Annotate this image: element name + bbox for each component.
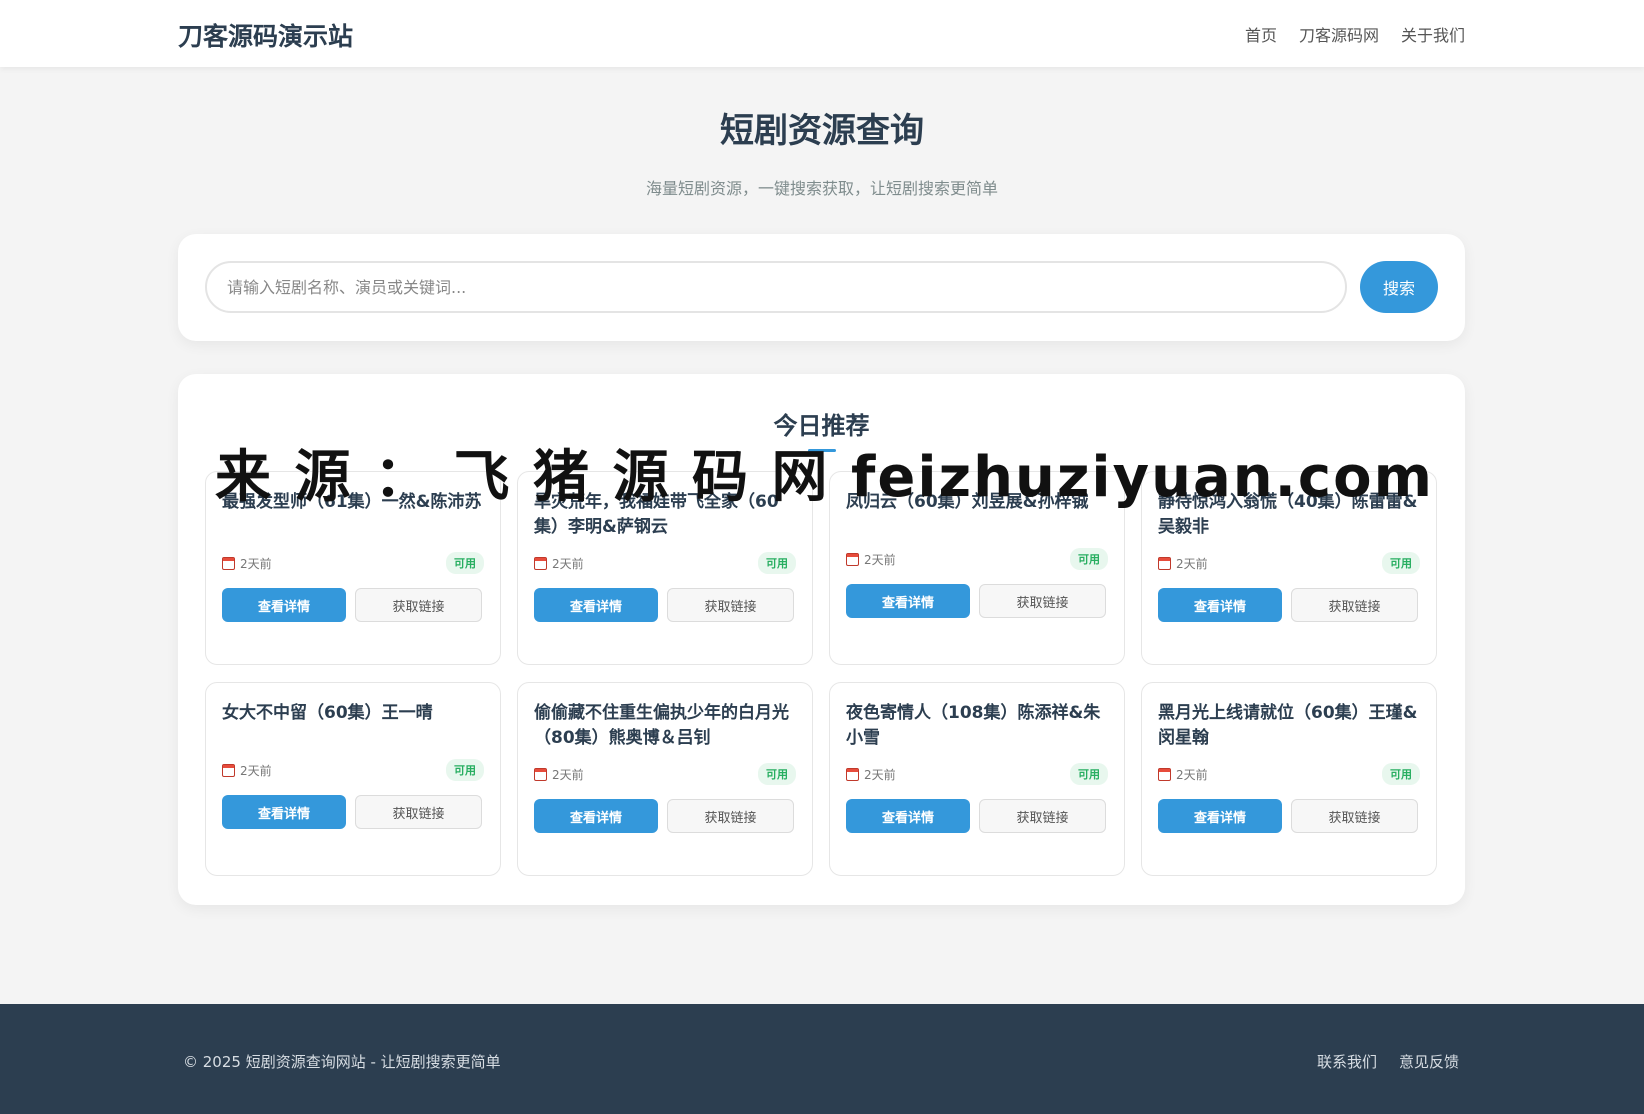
nav-daoke[interactable]: 刀客源码网	[1299, 22, 1379, 46]
drama-meta: 2天前 可用	[1158, 550, 1420, 576]
drama-card: 女大不中留（60集）王一晴 2天前 可用 查看详情 获取链接	[205, 682, 501, 876]
drama-card: 黑月光上线请就位（60集）王瑾&闵星翰 2天前 可用 查看详情 获取链接	[1141, 682, 1437, 876]
recommend-title: 今日推荐	[773, 412, 870, 440]
footer-feedback-link[interactable]: 意见反馈	[1399, 1051, 1459, 1072]
nav-home[interactable]: 首页	[1245, 22, 1277, 46]
view-detail-button[interactable]: 查看详情	[534, 588, 658, 622]
main-nav: 首页 刀客源码网 关于我们	[1245, 22, 1465, 46]
calendar-icon	[222, 556, 235, 570]
view-detail-button[interactable]: 查看详情	[222, 795, 346, 829]
get-link-button[interactable]: 获取链接	[355, 588, 482, 622]
title-underline	[808, 449, 836, 452]
drama-meta: 2天前 可用	[222, 550, 484, 576]
get-link-button[interactable]: 获取链接	[667, 588, 794, 622]
view-detail-button[interactable]: 查看详情	[846, 584, 970, 618]
drama-title[interactable]: 旱灾荒年，我福娃带飞全家（60集）李明&萨钢云	[534, 490, 796, 540]
drama-time: 2天前	[240, 556, 272, 571]
drama-meta: 2天前 可用	[534, 550, 796, 576]
calendar-icon	[534, 556, 547, 570]
page-subtitle: 海量短剧资源，一键搜索获取，让短剧搜索更简单	[645, 179, 998, 198]
drama-card: 静待惊鸿入翁慌（40集）陈雷雷&吴毅非 2天前 可用 查看详情 获取链接	[1141, 471, 1437, 665]
calendar-icon	[534, 767, 547, 781]
calendar-icon	[846, 552, 859, 566]
drama-title[interactable]: 最强发型师（61集）一然&陈沛苏	[222, 490, 484, 540]
drama-card: 旱灾荒年，我福娃带飞全家（60集）李明&萨钢云 2天前 可用 查看详情 获取链接	[517, 471, 813, 665]
calendar-icon	[222, 763, 235, 777]
recommend-grid: 最强发型师（61集）一然&陈沛苏 2天前 可用 查看详情 获取链接 旱灾荒年，我…	[205, 471, 1438, 876]
view-detail-button[interactable]: 查看详情	[534, 799, 658, 833]
drama-time: 2天前	[864, 552, 896, 567]
drama-meta: 2天前 可用	[846, 761, 1108, 787]
drama-card: 最强发型师（61集）一然&陈沛苏 2天前 可用 查看详情 获取链接	[205, 471, 501, 665]
drama-meta: 2天前 可用	[534, 761, 796, 787]
drama-meta: 2天前 可用	[1158, 761, 1420, 787]
get-link-button[interactable]: 获取链接	[1291, 799, 1418, 833]
get-link-button[interactable]: 获取链接	[355, 795, 482, 829]
status-badge: 可用	[1382, 763, 1420, 785]
drama-card: 夜色寄情人（108集）陈添祥&朱小雪 2天前 可用 查看详情 获取链接	[829, 682, 1125, 876]
drama-title[interactable]: 偷偷藏不住重生偏执少年的白月光（80集）熊奥博＆吕钊	[534, 701, 796, 751]
view-detail-button[interactable]: 查看详情	[222, 588, 346, 622]
view-detail-button[interactable]: 查看详情	[1158, 588, 1282, 622]
drama-time: 2天前	[1176, 767, 1208, 782]
drama-time: 2天前	[1176, 556, 1208, 571]
site-brand[interactable]: 刀客源码演示站	[178, 17, 353, 53]
drama-time: 2天前	[552, 767, 584, 782]
status-badge: 可用	[1070, 763, 1108, 785]
footer-links: 联系我们 意见反馈	[1317, 1051, 1459, 1072]
status-badge: 可用	[758, 763, 796, 785]
status-badge: 可用	[758, 552, 796, 574]
status-badge: 可用	[446, 759, 484, 781]
drama-meta: 2天前 可用	[222, 757, 484, 783]
recommend-section: 今日推荐 最强发型师（61集）一然&陈沛苏 2天前 可用 查看详情 获取链接 旱…	[178, 374, 1465, 905]
search-input[interactable]	[205, 261, 1347, 313]
drama-title[interactable]: 夜色寄情人（108集）陈添祥&朱小雪	[846, 701, 1108, 751]
drama-title[interactable]: 凤归云（60集）刘昱展&孙梓铖	[846, 490, 1108, 536]
get-link-button[interactable]: 获取链接	[979, 584, 1106, 618]
drama-card: 凤归云（60集）刘昱展&孙梓铖 2天前 可用 查看详情 获取链接	[829, 471, 1125, 665]
site-header: 刀客源码演示站 首页 刀客源码网 关于我们	[0, 0, 1644, 67]
drama-card: 偷偷藏不住重生偏执少年的白月光（80集）熊奥博＆吕钊 2天前 可用 查看详情 获…	[517, 682, 813, 876]
calendar-icon	[1158, 556, 1171, 570]
search-panel: 搜索	[178, 234, 1465, 341]
calendar-icon	[846, 767, 859, 781]
get-link-button[interactable]: 获取链接	[667, 799, 794, 833]
drama-time: 2天前	[240, 763, 272, 778]
drama-title[interactable]: 女大不中留（60集）王一晴	[222, 701, 484, 747]
view-detail-button[interactable]: 查看详情	[846, 799, 970, 833]
drama-time: 2天前	[864, 767, 896, 782]
status-badge: 可用	[1070, 548, 1108, 570]
page-title: 短剧资源查询	[720, 111, 924, 151]
footer-contact-link[interactable]: 联系我们	[1317, 1051, 1377, 1072]
nav-about[interactable]: 关于我们	[1401, 22, 1465, 46]
get-link-button[interactable]: 获取链接	[1291, 588, 1418, 622]
status-badge: 可用	[1382, 552, 1420, 574]
drama-title[interactable]: 黑月光上线请就位（60集）王瑾&闵星翰	[1158, 701, 1420, 751]
view-detail-button[interactable]: 查看详情	[1158, 799, 1282, 833]
drama-title[interactable]: 静待惊鸿入翁慌（40集）陈雷雷&吴毅非	[1158, 490, 1420, 540]
drama-meta: 2天前 可用	[846, 546, 1108, 572]
get-link-button[interactable]: 获取链接	[979, 799, 1106, 833]
drama-time: 2天前	[552, 556, 584, 571]
copyright-text: © 2025 短剧资源查询网站 - 让短剧搜索更简单	[183, 1053, 501, 1071]
calendar-icon	[1158, 767, 1171, 781]
site-footer: © 2025 短剧资源查询网站 - 让短剧搜索更简单 联系我们 意见反馈	[0, 1004, 1644, 1114]
status-badge: 可用	[446, 552, 484, 574]
search-button[interactable]: 搜索	[1360, 261, 1438, 313]
